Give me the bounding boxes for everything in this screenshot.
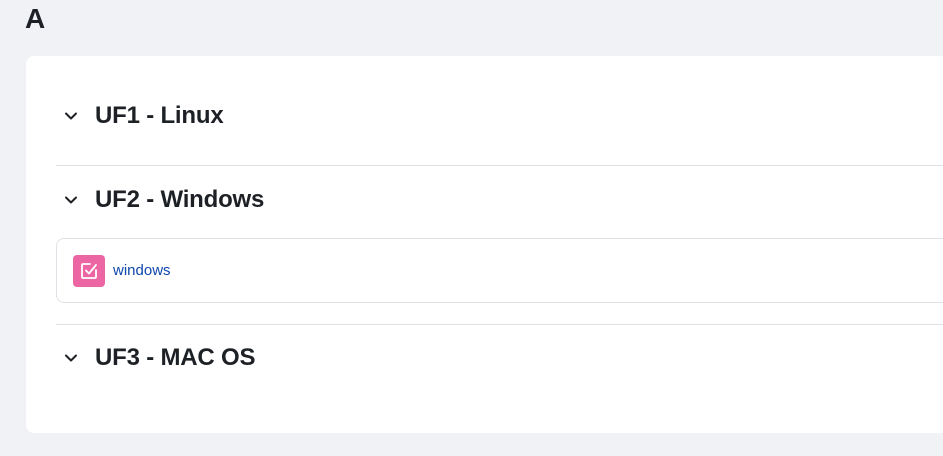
chevron-down-icon[interactable] [56, 343, 86, 373]
section-title[interactable]: UF2 - Windows [95, 185, 264, 215]
activity-item: windows [56, 238, 943, 303]
section-divider [56, 165, 943, 166]
assignment-icon [73, 254, 105, 287]
section-title[interactable]: UF3 - MAC OS [95, 343, 255, 373]
section-title[interactable]: UF1 - Linux [95, 101, 224, 131]
chevron-down-icon[interactable] [56, 185, 86, 215]
section-uf3: UF3 - MAC OS [56, 343, 943, 373]
section-uf1: UF1 - Linux [56, 101, 943, 131]
section-uf2: UF2 - Windows [56, 185, 943, 215]
chevron-down-icon[interactable] [56, 101, 86, 131]
section-header-uf3[interactable]: UF3 - MAC OS [56, 343, 943, 373]
section-header-uf2[interactable]: UF2 - Windows [56, 185, 943, 215]
activity-link-windows[interactable]: windows [113, 262, 171, 279]
page-title: A [25, 3, 46, 34]
section-header-uf1[interactable]: UF1 - Linux [56, 101, 943, 131]
section-divider [56, 324, 943, 325]
course-content-card: UF1 - Linux UF2 - Windows windows UF3 - … [26, 56, 943, 433]
